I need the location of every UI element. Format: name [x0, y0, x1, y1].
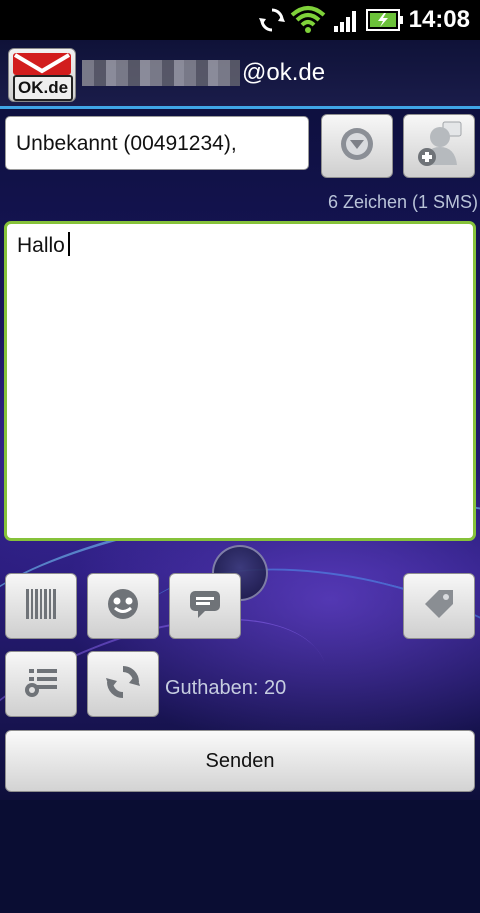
status-bar: 14:08	[0, 0, 480, 40]
signal-icon	[332, 6, 360, 38]
send-button[interactable]: Senden	[5, 730, 475, 792]
wifi-icon	[290, 4, 326, 38]
emoji-button[interactable]	[87, 573, 159, 639]
message-text: Hallo	[17, 234, 65, 257]
barcode-button[interactable]	[5, 573, 77, 639]
add-contact-icon	[413, 119, 465, 173]
account-domain: @ok.de	[242, 59, 326, 86]
app-header: OK.de	[0, 40, 480, 109]
balance-label: Guthaben: 20	[165, 677, 287, 699]
sync-icon	[258, 6, 286, 38]
recipient-dropdown-button[interactable]	[321, 114, 393, 178]
clock: 14:08	[408, 6, 470, 33]
chevron-down-circle-icon	[339, 126, 375, 166]
character-counter: 6 Zeichen (1 SMS)	[327, 192, 478, 212]
message-input[interactable]: Hallo	[4, 221, 476, 541]
text-templates-button[interactable]	[169, 573, 241, 639]
account-name-redacted	[82, 60, 240, 86]
battery-charging-icon	[366, 8, 404, 36]
refresh-icon	[105, 664, 141, 704]
mail-envelope-icon	[13, 53, 71, 74]
tag-icon	[421, 586, 457, 626]
list-settings-icon	[23, 665, 59, 703]
text-cursor	[67, 232, 70, 256]
message-bubble-icon	[188, 588, 222, 624]
recipient-input[interactable]: Unbekannt (00491234),	[5, 116, 309, 170]
smiley-icon	[106, 587, 140, 625]
list-settings-button[interactable]	[5, 651, 77, 717]
refresh-button[interactable]	[87, 651, 159, 717]
app-logo: OK.de	[8, 48, 76, 102]
add-contact-button[interactable]	[403, 114, 475, 178]
logo-text: OK.de	[13, 75, 73, 101]
label-button[interactable]	[403, 573, 475, 639]
barcode-icon	[23, 587, 59, 625]
